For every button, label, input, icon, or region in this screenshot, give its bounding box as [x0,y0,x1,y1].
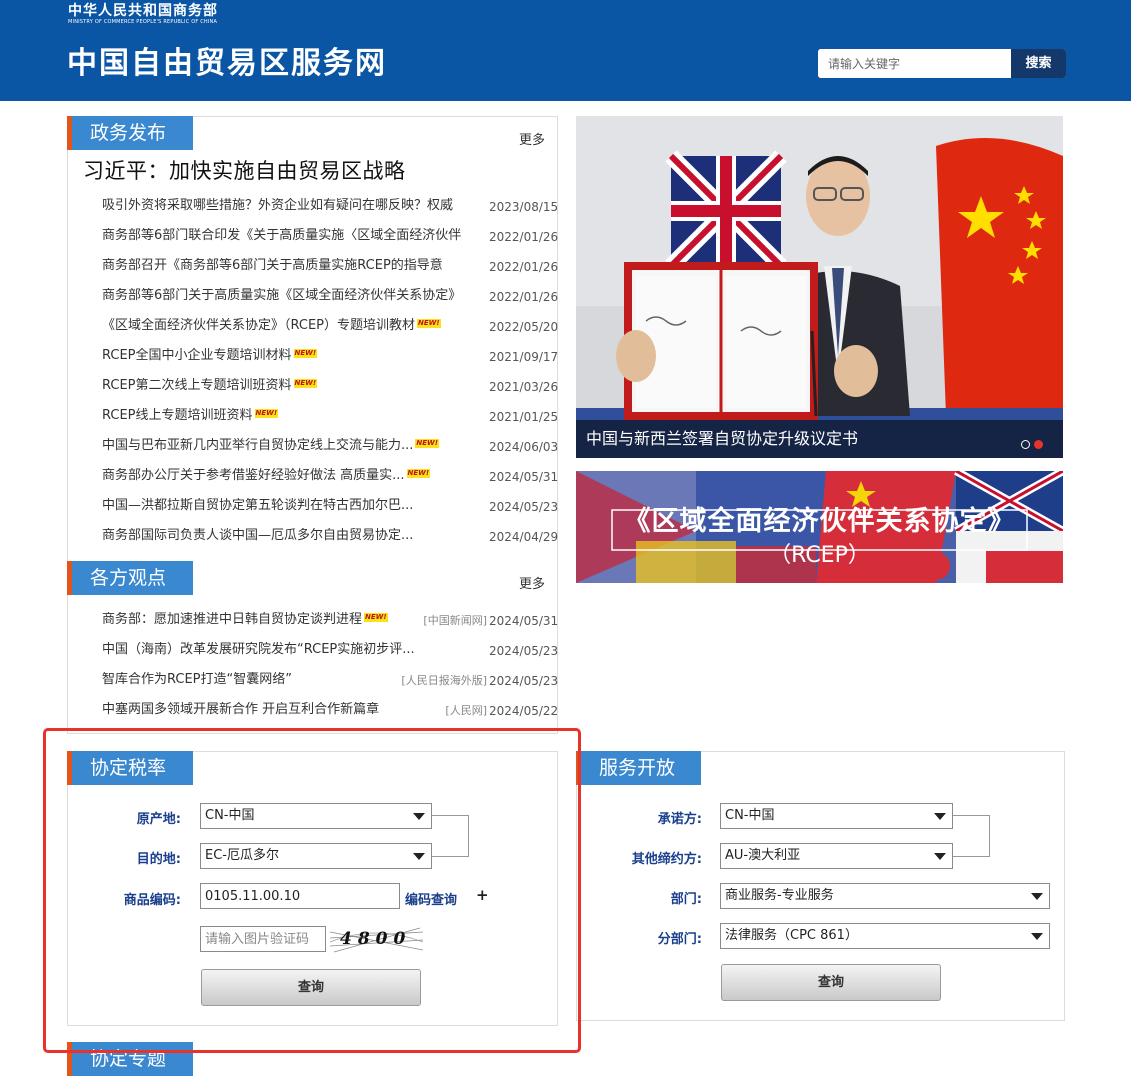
site-header: 中华人民共和国商务部 MINISTRY OF COMMERCE PEOPLE'S… [0,0,1131,101]
views-item-date: 2024/05/31 [489,614,559,628]
views-more-link[interactable]: 更多 [519,573,545,592]
chevron-down-icon [1031,933,1043,940]
news-item-date: 2024/04/29 [489,530,559,544]
news-item-title: 商务部召开《商务部等6部门关于高质量实施RCEP的指导意 [102,258,443,273]
views-item[interactable]: 中国（海南）改革发展研究院发布“RCEP实施初步评... 2024/05/23 [102,642,558,672]
views-item-date: 2024/05/23 [489,674,559,688]
subdepartment-label: 分部门: [657,932,702,947]
views-item-title: 商务部：愿加速推进中日韩自贸协定谈判进程 [102,612,363,627]
views-section-title: 各方观点 [67,561,193,595]
news-section-title: 政务发布 [67,116,193,150]
news-headline[interactable]: 习近平：加快实施自由贸易区战略 [83,155,406,185]
rcep-banner[interactable]: 《区域全面经济伙伴关系协定》 （RCEP） [576,471,1063,583]
other-party-label: 其他缔约方: [631,852,702,867]
new-badge: NEW! [364,613,388,622]
news-item-title: 商务部办公厅关于参考借鉴好经验好做法 高质量实... [102,468,405,483]
news-item-date: 2022/01/26 [489,230,559,244]
promiser-label: 承诺方: [657,812,702,827]
news-item-title: 商务部国际司负责人谈中国—厄瓜多尔自由贸易协定... [102,528,414,543]
news-item-date: 2021/01/25 [489,410,559,424]
search-button[interactable]: 搜索 [1011,49,1066,78]
news-item-title: RCEP第二次线上专题培训班资料 [102,378,292,393]
new-badge: NEW! [293,379,318,388]
news-item-title: 《区域全面经济伙伴关系协定》（RCEP）专题培训教材 [102,318,416,333]
news-item-date: 2024/06/03 [489,440,559,454]
service-section-title: 服务开放 [576,751,701,785]
search-box: 搜索 [818,49,1066,78]
ministry-name-en: MINISTRY OF COMMERCE PEOPLE'S REPUBLIC O… [68,19,218,25]
news-item-title: 中国与巴布亚新几内亚举行自贸协定线上交流与能力... [102,438,414,453]
views-item-source: [中国新闻网] [423,614,487,627]
news-item-title: 商务部等6部门关于高质量实施《区域全面经济伙伴关系协定》 [102,288,462,303]
news-item-title: 吸引外资将采取哪些措施？外资企业如有疑问在哪反映？权威 [102,198,454,213]
new-badge: NEW! [254,409,279,418]
ministry-logo[interactable]: 中华人民共和国商务部 MINISTRY OF COMMERCE PEOPLE'S… [68,3,218,26]
slider-dot-2-active[interactable] [1034,440,1043,449]
views-item-date: 2024/05/23 [489,644,559,658]
promiser-select[interactable]: CN-中国 [720,803,953,829]
news-item-date: 2021/09/17 [489,350,559,364]
news-item-date: 2022/01/26 [489,290,559,304]
department-label: 部门: [670,892,702,907]
service-query-button[interactable]: 查询 [721,964,941,1001]
views-item[interactable]: 智库合作为RCEP打造“智囊网络” [人民日报海外版] 2024/05/23 [102,672,558,702]
news-item-title: 商务部等6部门联合印发《关于高质量实施〈区域全面经济伙伴 [102,228,462,243]
chevron-down-icon [934,853,946,860]
news-item-date: 2022/01/26 [489,260,559,274]
subdepartment-select[interactable]: 法律服务（CPC 861） [720,923,1050,949]
other-party-select[interactable]: AU-澳大利亚 [720,843,953,869]
new-badge: NEW! [406,469,431,478]
news-item-date: 2022/05/20 [489,320,559,334]
views-item-date: 2024/05/22 [489,704,559,718]
chevron-down-icon [934,813,946,820]
ministry-name-cn: 中华人民共和国商务部 [68,3,218,19]
views-item[interactable]: 商务部：愿加速推进中日韩自贸协定谈判进程 NEW! [中国新闻网] 2024/05/3… [102,612,558,642]
views-list: 商务部：愿加速推进中日韩自贸协定谈判进程 NEW! [中国新闻网] 2024/05/3… [102,612,558,732]
rcep-banner-subtitle: （RCEP） [769,543,870,568]
views-item-title: 中国（海南）改革发展研究院发布“RCEP实施初步评... [102,642,415,657]
views-item-title: 智库合作为RCEP打造“智囊网络” [102,672,292,687]
department-select[interactable]: 商业服务-专业服务 [720,883,1050,909]
news-item-date: 2023/08/15 [489,200,559,214]
slider-caption[interactable]: 中国与新西兰签署自贸协定升级议定书 [576,420,1063,458]
news-image-slider[interactable]: 中国与新西兰签署自贸协定升级议定书 [576,116,1063,458]
slider-dot-1[interactable] [1021,440,1030,449]
chevron-down-icon [1031,893,1043,900]
news-item-date: 2021/03/26 [489,380,559,394]
news-item-title: RCEP线上专题培训班资料 [102,408,253,423]
new-badge: NEW! [415,439,439,448]
news-item-title: 中国—洪都拉斯自贸协定第五轮谈判在特古西加尔巴... [102,498,414,513]
site-title[interactable]: 中国自由贸易区服务网 [67,44,387,84]
highlight-box [43,728,581,1053]
news-item-date: 2024/05/23 [489,500,559,514]
search-input[interactable] [818,49,1011,78]
subdepartment-select-value: 法律服务（CPC 861） [725,928,858,943]
new-badge: NEW! [417,319,441,328]
news-item-title: RCEP全国中小企业专题培训材料 [102,348,292,363]
news-more-link[interactable]: 更多 [519,129,545,148]
swap-bracket[interactable] [953,815,990,857]
views-item-title: 中塞两国多领域开展新合作 开启互利合作新篇章 [102,702,380,717]
promiser-select-value: CN-中国 [725,808,775,823]
new-badge: NEW! [293,349,318,358]
views-item-source: [人民网] [445,704,487,717]
views-item-source: [人民日报海外版] [401,674,487,687]
other-party-select-value: AU-澳大利亚 [725,848,801,863]
rcep-banner-title: 《区域全面经济伙伴关系协定》 [623,506,1016,537]
department-select-value: 商业服务-专业服务 [725,888,834,903]
news-item-date: 2024/05/31 [489,470,559,484]
slider-photo [576,116,1063,458]
